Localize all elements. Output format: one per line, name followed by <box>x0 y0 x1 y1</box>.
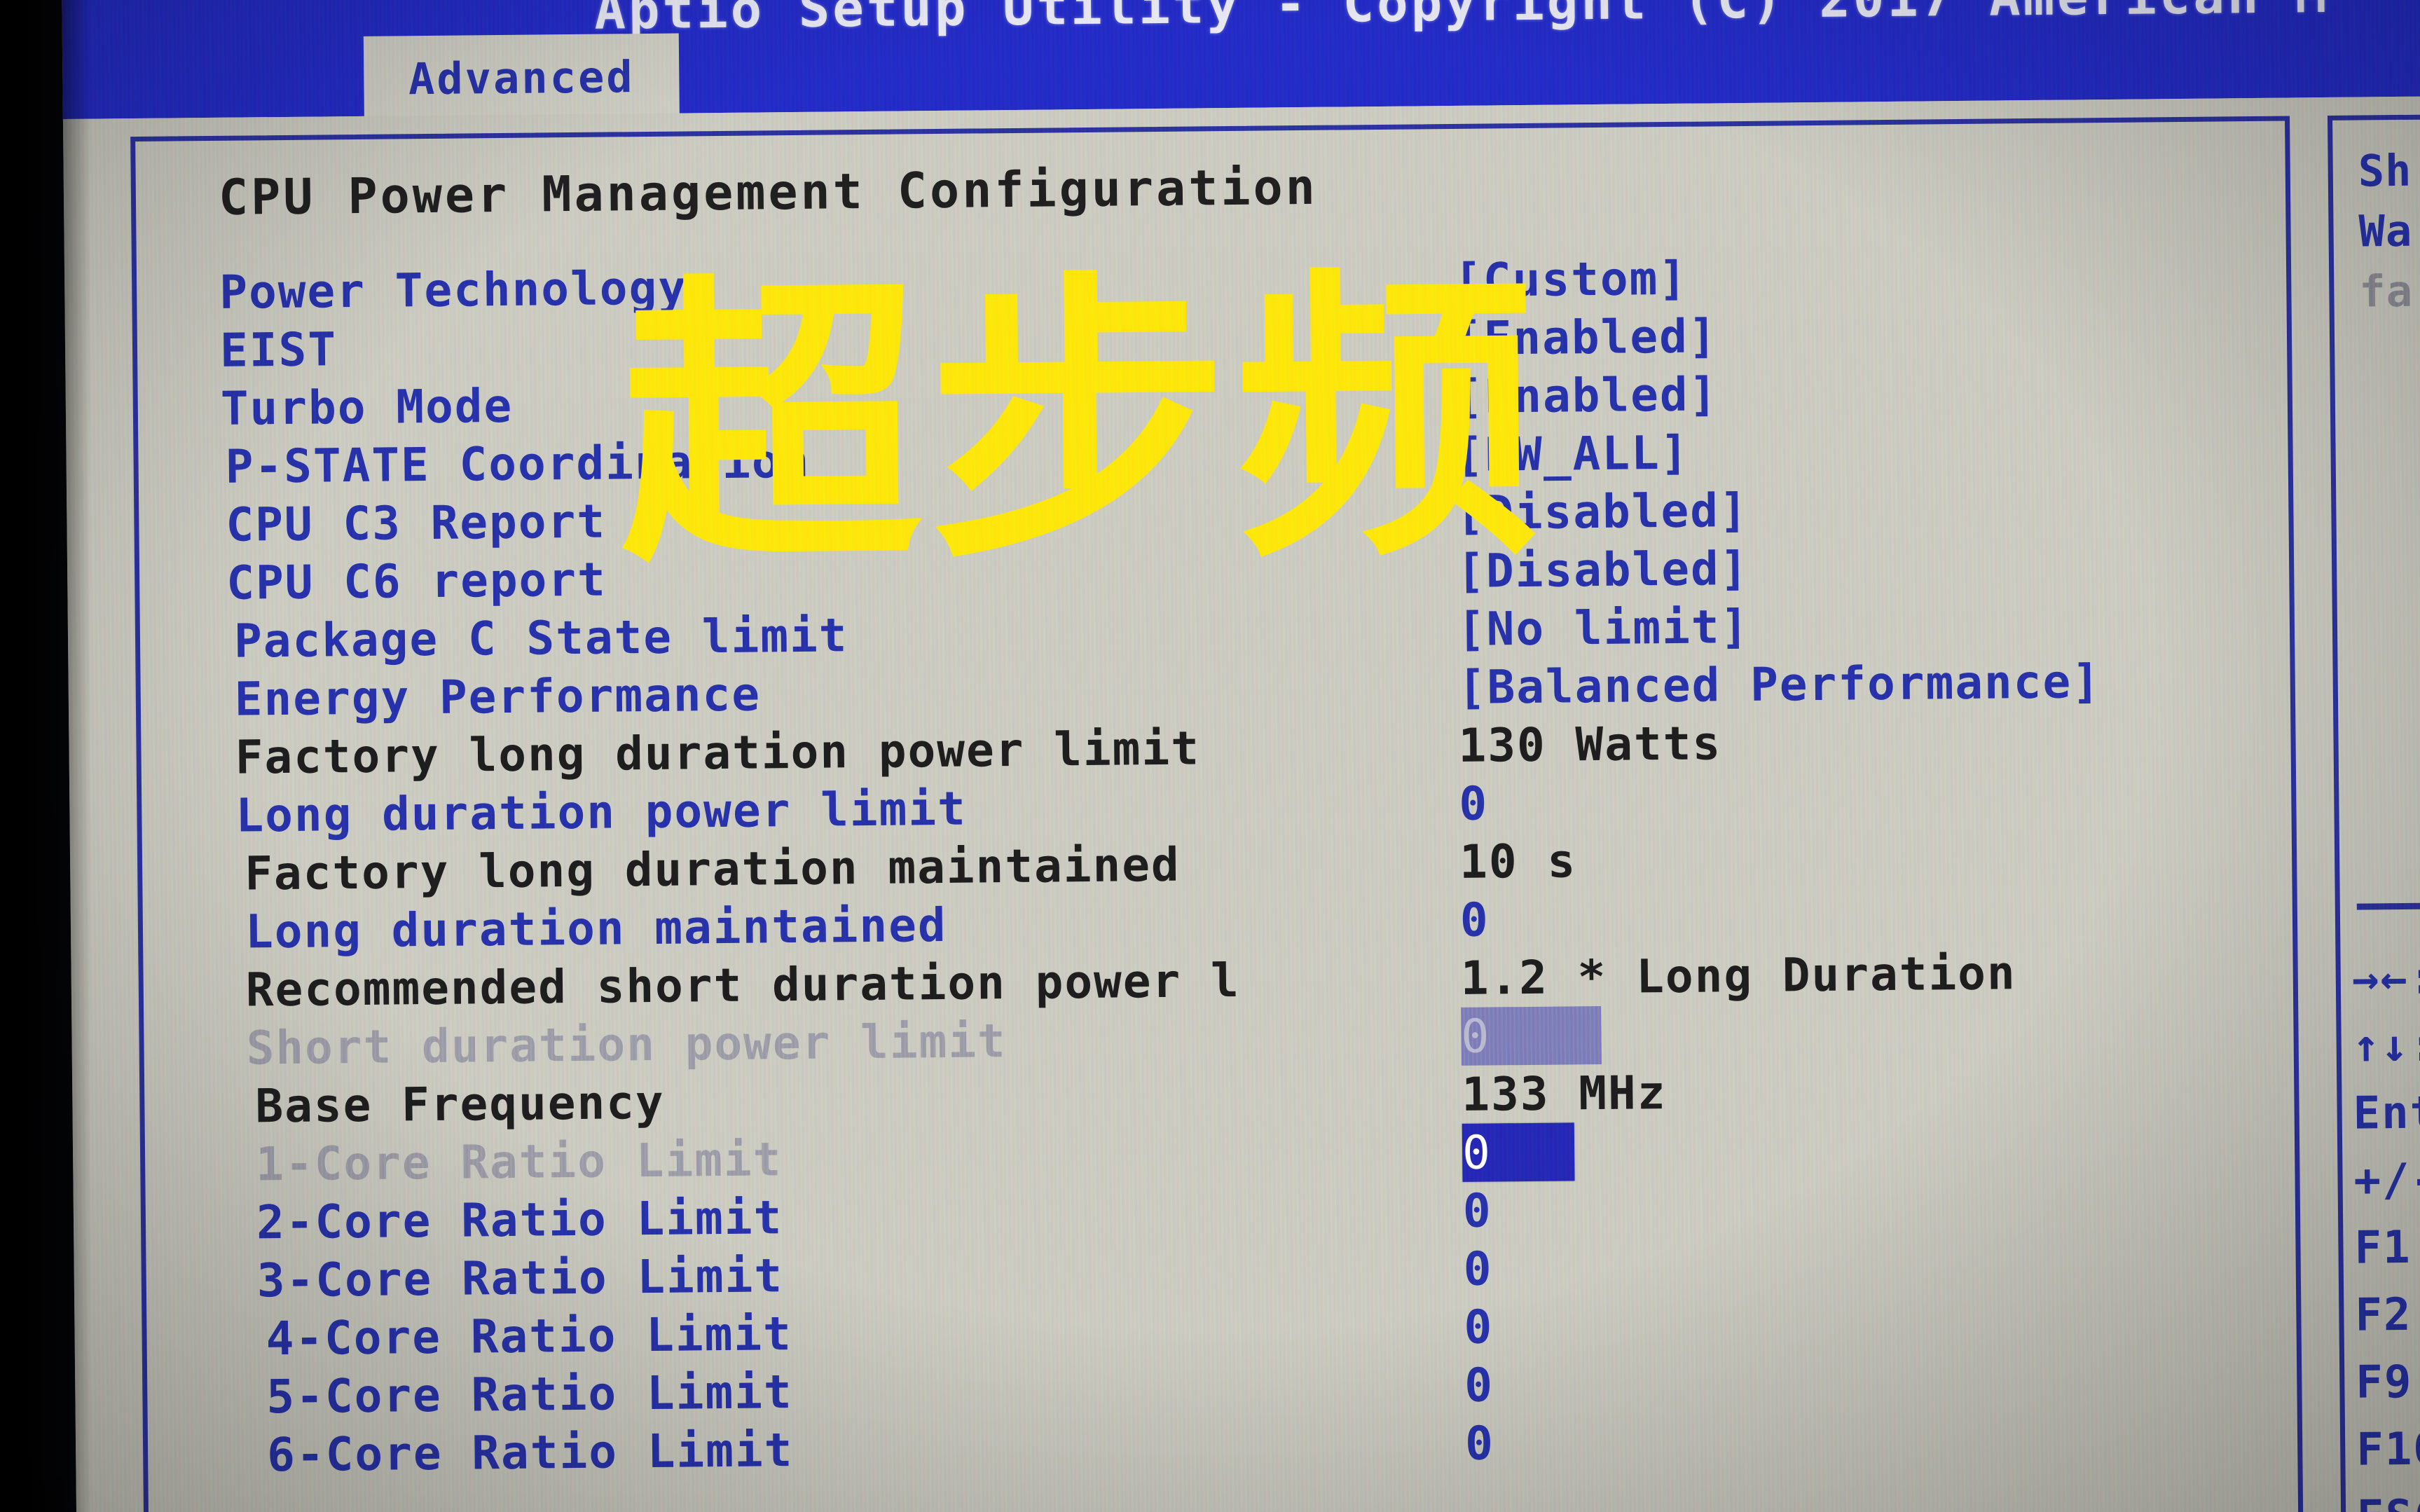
key-legend-item: F9: <box>2355 1356 2420 1409</box>
help-panel: Sh Wa fa →←: ↑↓: Ente +/-: F1: F2: F9: F10: ESC: <box>2327 113 2420 1512</box>
setting-label: 3-Core Ratio Limit <box>256 1249 784 1308</box>
setting-value[interactable]: 0 <box>1463 1181 1493 1239</box>
page-title: Aptio Setup Utility - Copyright (C) 2017… <box>594 0 2330 41</box>
help-text: Sh Wa fa <box>2358 139 2420 322</box>
setting-value[interactable]: 0 <box>1463 1239 1493 1298</box>
setting-label: Turbo Mode <box>220 378 514 436</box>
setting-label: CPU C3 Report <box>226 494 607 552</box>
setting-value[interactable]: 10 s <box>1459 832 1577 891</box>
key-legend: →←: ↑↓: Ente +/-: F1: F2: F9: F10: ESC: <box>2351 943 2420 1512</box>
key-legend-item: F10: <box>2356 1423 2420 1476</box>
setting-value[interactable]: [Disabled] <box>1456 481 1749 542</box>
setting-label: Long duration maintained <box>245 898 948 959</box>
setting-label: Power Technology <box>219 261 688 319</box>
setting-label: 2-Core Ratio Limit <box>256 1190 783 1250</box>
setting-value[interactable]: [Enabled] <box>1455 307 1718 368</box>
setting-value[interactable]: 133 MHz <box>1462 1064 1667 1124</box>
key-legend-item: →←: <box>2351 952 2420 1005</box>
setting-label: Energy Performance <box>234 667 762 727</box>
setting-label: 1-Core Ratio Limit <box>255 1132 783 1192</box>
tab-advanced[interactable]: Advanced <box>363 33 680 122</box>
setting-label: 5-Core Ratio Limit <box>266 1365 793 1424</box>
setting-label: Factory long duration power limit <box>235 721 1201 785</box>
help-line: Sh <box>2358 144 2412 197</box>
setting-label: Package C State limit <box>233 608 848 668</box>
setting-label: 6-Core Ratio Limit <box>266 1423 794 1483</box>
setting-value-selected[interactable]: 0 <box>1462 1122 1575 1182</box>
help-line: Wa <box>2358 205 2413 257</box>
settings-panel: CPU Power Management Configuration Power… <box>130 116 2304 1512</box>
key-legend-item: F1: <box>2354 1221 2420 1274</box>
setting-value[interactable]: [Custom] <box>1454 249 1689 310</box>
section-heading: CPU Power Management Configuration <box>218 158 1319 226</box>
setting-label: Base Frequency <box>255 1075 666 1134</box>
help-line: fa <box>2359 265 2414 317</box>
setting-value[interactable]: [Disabled] <box>1457 539 1749 600</box>
key-legend-item: +/-: <box>2353 1154 2420 1207</box>
setting-label: CPU C6 report <box>226 552 607 610</box>
setting-value[interactable]: [No limit] <box>1457 598 1750 659</box>
setting-value[interactable]: [Balanced Performance] <box>1457 652 2101 717</box>
setting-value[interactable]: 0 <box>1460 891 1490 949</box>
key-legend-item: ESC: <box>2357 1481 2420 1512</box>
setting-value[interactable]: 1.2 * Long Duration <box>1460 944 2016 1008</box>
setting-value[interactable]: 0 <box>1459 775 1489 833</box>
setting-value[interactable]: [HW_ALL] <box>1455 424 1690 484</box>
setting-label: P-STATE Coordination <box>225 434 811 494</box>
setting-label: Short duration power limit <box>246 1014 1008 1075</box>
setting-value[interactable]: 0 <box>1465 1414 1495 1472</box>
key-legend-item: Ente <box>2353 1087 2420 1140</box>
setting-value[interactable]: [Enabled] <box>1455 365 1718 426</box>
monitor-photo: Aptio Setup Utility - Copyright (C) 2017… <box>0 0 2420 1512</box>
bios-screen: Aptio Setup Utility - Copyright (C) 2017… <box>62 0 2420 1512</box>
setting-label: Long duration power limit <box>235 781 968 843</box>
setting-value[interactable]: 0 <box>1464 1298 1494 1356</box>
settings-list: Power Technology [Custom] EIST [Enabled] Tur… <box>137 244 2298 1485</box>
setting-label: 4-Core Ratio Limit <box>266 1307 793 1366</box>
setting-value[interactable]: 0 <box>1464 1356 1494 1414</box>
key-legend-item: ↑↓: <box>2352 1019 2420 1073</box>
setting-label: EIST <box>219 322 338 378</box>
setting-label: Factory long duration maintained <box>244 837 1181 901</box>
key-legend-item: F2: <box>2355 1288 2420 1342</box>
help-divider <box>2356 900 2420 910</box>
setting-value[interactable]: 130 Watts <box>1458 714 1721 775</box>
setting-value[interactable]: 0 <box>1461 1005 1602 1066</box>
setting-label: Recommended short duration power l <box>245 953 1241 1017</box>
